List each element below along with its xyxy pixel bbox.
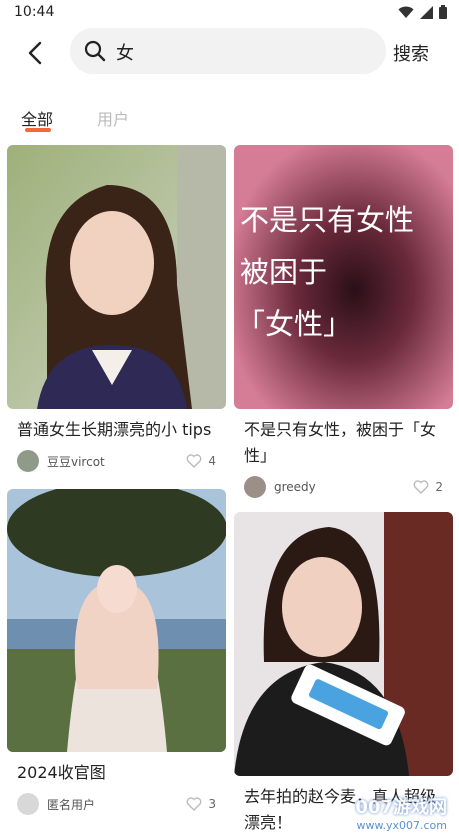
watermark-line: 007游戏网: [355, 797, 447, 818]
like-count: 4: [208, 454, 216, 468]
like-button[interactable]: 2: [413, 480, 443, 494]
portrait-photo: [7, 145, 226, 409]
image-text-line: 「女性」: [236, 307, 352, 341]
image-text-line: 不是只有女性: [240, 203, 414, 237]
like-button[interactable]: 4: [186, 454, 216, 468]
post-card[interactable]: 去年拍的赵今麦，真人超级漂亮！ 007游戏网 www.yx007.com: [234, 512, 453, 836]
post-meta: 匿名用户 3: [7, 792, 226, 816]
author-name[interactable]: greedy: [274, 480, 413, 494]
author-name[interactable]: 匿名用户: [47, 796, 186, 813]
post-card[interactable]: 不是只有女性 被困于 「女性」 不是只有女性，被困于「女性」 greedy 2: [234, 145, 453, 499]
search-input[interactable]: 女: [70, 28, 386, 74]
watermark: 007游戏网 www.yx007.com: [355, 793, 447, 832]
tab-all[interactable]: 全部: [21, 106, 53, 130]
post-image: [7, 145, 226, 409]
author-name[interactable]: 豆豆vircot: [47, 453, 186, 470]
portrait-photo: [234, 512, 453, 776]
heart-icon: [186, 797, 202, 811]
post-meta: greedy 2: [234, 475, 453, 499]
search-query-text: 女: [116, 43, 134, 64]
watermark-line: www.yx007.com: [356, 819, 447, 832]
avatar[interactable]: [17, 793, 39, 815]
post-meta: 豆豆vircot 4: [7, 449, 226, 473]
heart-icon: [413, 480, 429, 494]
avatar[interactable]: [244, 476, 266, 498]
status-time: 10:44: [14, 4, 55, 20]
back-button[interactable]: [20, 38, 50, 68]
post-title: 2024收官图: [17, 763, 106, 782]
like-button[interactable]: 3: [186, 797, 216, 811]
post-image: 不是只有女性 被困于 「女性」: [234, 145, 453, 409]
wifi-icon: [398, 6, 414, 18]
status-icons: [398, 5, 447, 19]
post-title: 普通女生长期漂亮的小 tips: [17, 420, 212, 439]
like-count: 2: [435, 480, 443, 494]
search-header: 女 搜索: [0, 26, 459, 80]
post-card[interactable]: 普通女生长期漂亮的小 tips 豆豆vircot 4: [7, 145, 226, 473]
image-text-line: 被困于: [240, 255, 327, 289]
chevron-left-icon: [28, 41, 42, 65]
signal-icon: [420, 5, 433, 19]
heart-icon: [186, 454, 202, 468]
post-image: [234, 512, 453, 776]
like-count: 3: [208, 797, 216, 811]
post-card[interactable]: 2024收官图 匿名用户 3: [7, 489, 226, 816]
status-bar: 10:44: [0, 0, 459, 26]
search-button[interactable]: 搜索: [393, 40, 429, 66]
portrait-photo: [7, 489, 226, 752]
avatar[interactable]: [17, 450, 39, 472]
battery-icon: [439, 5, 447, 19]
search-icon: [84, 40, 106, 62]
active-tab-indicator: [25, 128, 51, 132]
tab-users[interactable]: 用户: [97, 106, 129, 130]
post-title: 不是只有女性，被困于「女性」: [244, 420, 437, 465]
result-tabs: 全部 用户: [0, 100, 459, 136]
text-graphic-image: 不是只有女性 被困于 「女性」: [234, 145, 453, 409]
post-image: [7, 489, 226, 752]
